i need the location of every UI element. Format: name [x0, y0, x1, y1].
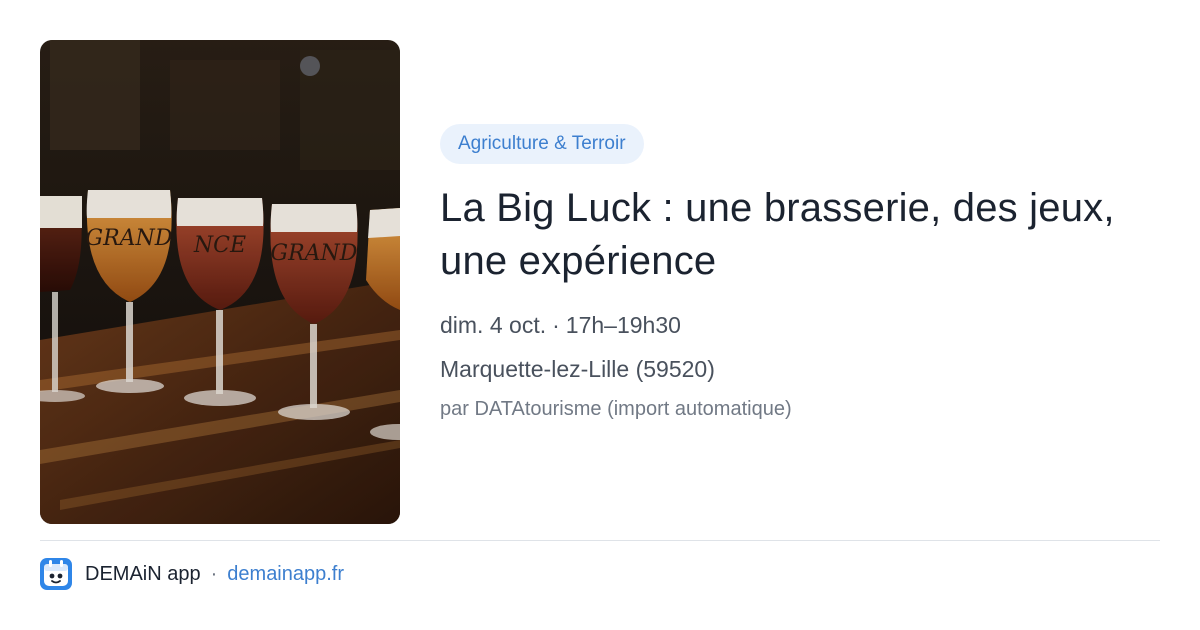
footer-divider	[40, 540, 1160, 541]
event-datetime: dim. 4 oct. · 17h–19h30	[440, 310, 1160, 340]
meta-separator: ·	[552, 312, 560, 338]
event-date: dim. 4 oct.	[440, 312, 547, 338]
event-title: La Big Luck : une brasserie, des jeux, u…	[440, 186, 1115, 283]
category-tag[interactable]: Agriculture & Terroir	[440, 124, 644, 164]
event-source: par DATAtourisme (import automatique)	[440, 398, 792, 420]
event-location: Marquette-lez-Lille (59520)	[440, 356, 715, 382]
event-photo: GRAND NCE GRAND	[40, 40, 400, 524]
demain-app-logo-icon	[40, 558, 72, 590]
footer-separator: ·	[210, 562, 218, 585]
event-details: Agriculture & Terroir La Big Luck : une …	[440, 124, 1160, 422]
footer: DEMAiN app · demainapp.fr	[40, 558, 344, 590]
event-time: 17h–19h30	[565, 312, 681, 338]
app-domain-link[interactable]: demainapp.fr	[227, 563, 344, 586]
app-name: DEMAiN app	[85, 562, 201, 585]
